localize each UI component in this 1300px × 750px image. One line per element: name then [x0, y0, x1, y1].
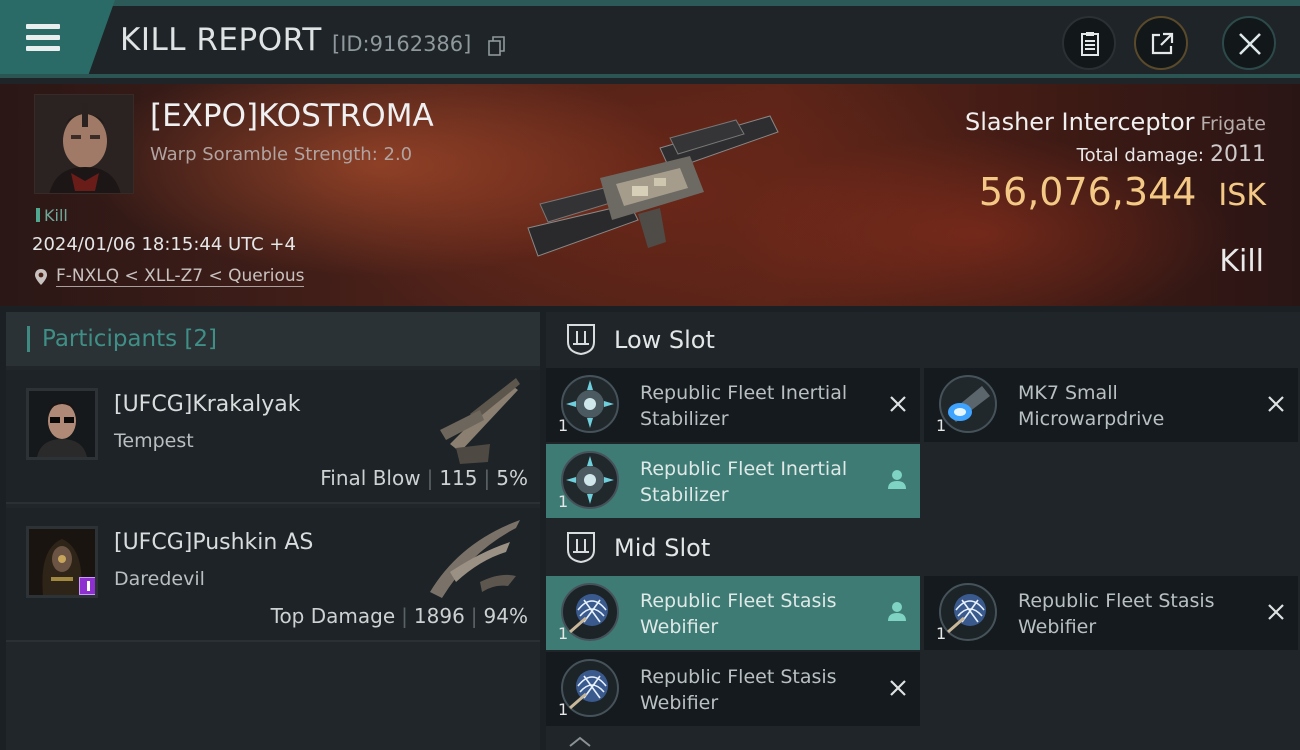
participant-row[interactable]: [UFCG]Pushkin AS Daredevil Top Damage | 18… [6, 508, 540, 642]
clipboard-button[interactable] [1062, 16, 1116, 70]
module-name: Republic Fleet Inertial Stabilizer [640, 458, 848, 506]
header-edge [0, 74, 1300, 78]
destroyed-icon [890, 396, 906, 412]
report-id: [ID:9162386] [332, 32, 472, 56]
participant-name: [UFCG]Krakalyak [114, 392, 301, 417]
participants-panel: Participants [2] [UFCG]Krakalyak Tempest… [6, 312, 540, 750]
victim-ship[interactable]: Slasher Interceptor Frigate [965, 108, 1266, 136]
module-item[interactable]: 1 Republic Fleet Stasis Webifier [924, 576, 1298, 650]
module-item[interactable]: 1 Republic Fleet Stasis Webifier [546, 576, 920, 650]
close-button[interactable] [1222, 16, 1276, 70]
participant-percent: 94% [483, 604, 528, 628]
ship-name: Slasher Interceptor [964, 108, 1195, 136]
participants-count: [2] [184, 326, 218, 352]
participant-stats: Final Blow | 115 | 5% [320, 466, 528, 490]
mid-slot-label: Mid Slot [614, 534, 711, 562]
participant-ship-image [430, 520, 520, 598]
location-link[interactable]: F-NXLQ < XLL-Z7 < Querious [56, 266, 305, 287]
stasis-webifier-icon [561, 659, 619, 717]
low-slot-label: Low Slot [614, 326, 715, 354]
module-quantity: 1 [558, 624, 569, 643]
inertial-stabilizer-icon [561, 451, 619, 509]
clipboard-icon [1081, 32, 1099, 56]
participant-damage: 115 [439, 466, 478, 490]
total-damage: Total damage: 2011 [1077, 142, 1266, 167]
victim-subtitle: Warp Soramble Strength: 2.0 [150, 144, 413, 165]
role-badge [79, 577, 95, 595]
inertial-stabilizer-icon [561, 375, 619, 433]
participant-damage: 1896 [413, 604, 465, 628]
module-item[interactable]: 1 MK7 Small Microwarpdrive [924, 368, 1298, 442]
chevron-up-icon[interactable] [568, 734, 592, 748]
participant-name: [UFCG]Pushkin AS [114, 530, 314, 555]
module-name: Republic Fleet Stasis Webifier [640, 666, 837, 714]
module-item[interactable]: 1 Republic Fleet Inertial Stabilizer [546, 444, 920, 518]
module-name: Republic Fleet Inertial Stabilizer [640, 382, 848, 430]
destroyed-icon [890, 680, 906, 696]
participant-ship: Daredevil [114, 568, 205, 590]
stasis-webifier-icon [561, 583, 619, 641]
header-bar: KILL REPORT [ID:9162386] [0, 0, 1300, 84]
participant-row[interactable]: [UFCG]Krakalyak Tempest Final Blow | 115 | 5… [6, 370, 540, 504]
location-pin-icon [35, 269, 47, 285]
module-name: MK7 Small Microwarpdrive [1018, 382, 1165, 430]
low-slot-header: Low Slot [546, 312, 1300, 368]
kill-result: Kill [1219, 244, 1264, 279]
module-quantity: 1 [936, 416, 947, 435]
module-item[interactable]: 1 Republic Fleet Stasis Webifier [546, 652, 920, 726]
participants-label: Participants [42, 326, 178, 352]
total-damage-label: Total damage: [1076, 145, 1204, 166]
victim-portrait[interactable] [34, 94, 134, 194]
page-title: KILL REPORT [120, 22, 322, 58]
participants-header-marker [27, 326, 30, 352]
victim-ship-image [527, 115, 779, 257]
mid-slot-icon [567, 532, 595, 564]
module-quantity: 1 [558, 416, 569, 435]
participant-avatar [26, 526, 98, 598]
dropped-person-icon [888, 470, 906, 489]
ship-class: Frigate [1200, 113, 1266, 135]
kill-timestamp: 2024/01/06 18:15:44 UTC +4 [32, 234, 296, 255]
dropped-person-icon [888, 602, 906, 621]
participants-title: Participants [2] [42, 326, 217, 352]
isk-unit: ISK [1218, 178, 1266, 213]
module-name: Republic Fleet Stasis Webifier [1018, 590, 1215, 638]
share-icon [1151, 32, 1174, 55]
isk-amount: 56,076,344 [978, 170, 1197, 214]
fitting-panel: Low Slot 1 Republic Fleet Inertial Stabi… [546, 312, 1300, 750]
participant-stats: Top Damage | 1896 | 94% [270, 604, 528, 628]
victim-name[interactable]: [EXPO]KOSTROMA [150, 98, 434, 134]
module-quantity: 1 [558, 492, 569, 511]
stasis-webifier-icon [939, 583, 997, 641]
module-name: Republic Fleet Stasis Webifier [640, 590, 837, 638]
microwarpdrive-icon [939, 375, 997, 433]
low-slot-icon [567, 324, 595, 356]
destroyed-icon [1268, 604, 1284, 620]
destroyed-icon [1268, 396, 1284, 412]
kill-tag: Kill [36, 206, 68, 225]
participant-role: Top Damage [270, 604, 396, 628]
copy-icon[interactable] [488, 36, 506, 56]
module-item[interactable]: 1 Republic Fleet Inertial Stabilizer [546, 368, 920, 442]
module-quantity: 1 [936, 624, 947, 643]
kill-summary-banner: [EXPO]KOSTROMA Warp Soramble Strength: 2… [0, 84, 1300, 306]
module-quantity: 1 [558, 700, 569, 719]
total-damage-value: 2011 [1210, 142, 1266, 167]
participants-header: Participants [2] [6, 312, 540, 366]
hamburger-menu-icon[interactable] [26, 24, 64, 54]
isk-value: 56,076,344 ISK [979, 170, 1266, 214]
participant-avatar [26, 388, 98, 460]
mid-slot-header: Mid Slot [546, 520, 1300, 576]
participant-percent: 5% [496, 466, 528, 490]
participant-role: Final Blow [320, 466, 421, 490]
header-topline [110, 0, 1300, 6]
participant-ship-image [440, 378, 520, 464]
share-button[interactable] [1134, 16, 1188, 70]
close-icon [1239, 33, 1261, 55]
participant-ship: Tempest [114, 430, 194, 452]
victim-avatar [35, 95, 133, 193]
